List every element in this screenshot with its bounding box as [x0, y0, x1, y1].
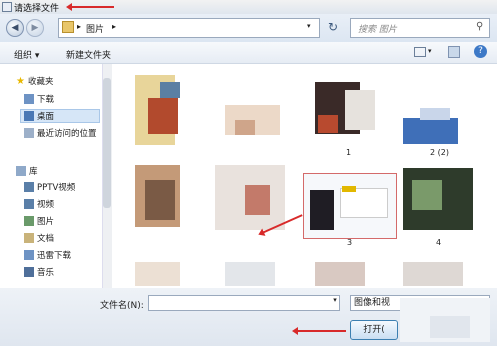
- star-icon: ★: [16, 75, 25, 87]
- chevron-right-icon: ▸: [77, 22, 82, 31]
- dropdown-icon[interactable]: ▾: [307, 22, 311, 30]
- image-thumbnail-detail: [245, 185, 270, 215]
- folder-preview: [148, 98, 178, 134]
- file-label: 2 (2): [430, 148, 449, 157]
- recent-places-icon: [24, 128, 34, 138]
- preview-pane-icon[interactable]: [448, 46, 460, 58]
- nav-item-pictures[interactable]: 图片: [24, 214, 54, 228]
- video-library-icon: [24, 182, 34, 192]
- video-library-icon: [24, 199, 34, 209]
- view-icon[interactable]: [414, 47, 426, 57]
- folder-icon: [24, 250, 34, 260]
- nav-favorites-label: 收藏夹: [27, 77, 54, 87]
- chevron-right-icon: ▸: [112, 22, 117, 31]
- forward-button[interactable]: ▶: [26, 19, 44, 37]
- search-icon[interactable]: ⚲: [476, 21, 483, 32]
- open-button[interactable]: 打开(: [350, 320, 398, 340]
- nav-item-music[interactable]: 音乐: [24, 265, 54, 279]
- nav-item-videos[interactable]: 视频: [24, 197, 54, 211]
- nav-item-label: 最近访问的位置: [37, 129, 97, 139]
- refresh-icon[interactable]: ↻: [328, 20, 338, 34]
- image-thumbnail[interactable]: [135, 262, 180, 286]
- image-thumbnail-detail: [345, 90, 375, 130]
- nav-library[interactable]: 库: [16, 164, 38, 178]
- folder-icon: [62, 21, 74, 33]
- image-thumbnail-detail: [310, 190, 334, 230]
- nav-item-label: 音乐: [37, 268, 55, 278]
- image-thumbnail[interactable]: [403, 118, 458, 144]
- document-library-icon: [24, 233, 34, 243]
- nav-item-label: 下载: [37, 95, 55, 105]
- folder-preview: [160, 82, 180, 98]
- chevron-down-icon[interactable]: ▾: [330, 296, 340, 310]
- nav-item-label: 迅雷下载: [37, 251, 72, 261]
- file-label: 3: [347, 238, 353, 247]
- nav-item-label: 文档: [37, 234, 55, 244]
- image-thumbnail-detail: [412, 180, 442, 210]
- download-folder-icon: [24, 94, 34, 104]
- desktop-icon: [24, 111, 34, 121]
- music-library-icon: [24, 267, 34, 277]
- file-label: 4: [436, 238, 442, 247]
- nav-item-downloads[interactable]: 下载: [24, 92, 54, 106]
- nav-item-xunlei[interactable]: 迅雷下载: [24, 248, 71, 262]
- app-icon: [2, 2, 12, 12]
- filename-input[interactable]: [148, 295, 340, 311]
- library-icon: [16, 166, 26, 176]
- image-thumbnail[interactable]: [315, 262, 365, 286]
- nav-item-desktop[interactable]: 桌面: [20, 109, 100, 123]
- nav-item-recent[interactable]: 最近访问的位置: [24, 126, 97, 140]
- annotation-arrow: [66, 3, 114, 11]
- nav-item-label: PPTV视频: [37, 183, 76, 193]
- nav-item-label: 桌面: [37, 112, 55, 122]
- nav-favorites[interactable]: ★ 收藏夹: [16, 74, 53, 88]
- nav-scrollbar-thumb[interactable]: [103, 78, 111, 208]
- chevron-down-icon[interactable]: ▾: [428, 47, 432, 55]
- help-icon[interactable]: ?: [474, 45, 487, 58]
- window-title: 请选择文件: [14, 4, 60, 14]
- image-thumbnail-detail: [145, 180, 175, 220]
- back-button[interactable]: ◀: [6, 19, 24, 37]
- image-thumbnail-detail: [235, 120, 255, 135]
- image-thumbnail-detail: [318, 115, 338, 133]
- breadcrumb-pictures[interactable]: 图片: [86, 22, 104, 35]
- file-label: 1: [346, 148, 352, 157]
- image-thumbnail[interactable]: [403, 262, 463, 286]
- search-input[interactable]: 搜索 图片: [358, 22, 397, 35]
- image-thumbnail-detail: [420, 108, 450, 120]
- nav-item-label: 视频: [37, 200, 55, 210]
- nav-library-label: 库: [29, 167, 38, 177]
- filename-label: 文件名(N):: [100, 301, 144, 311]
- image-thumbnail-detail: [342, 186, 356, 192]
- annotation-arrow: [292, 327, 346, 335]
- nav-item-documents[interactable]: 文档: [24, 231, 54, 245]
- blurred-region: [430, 316, 470, 338]
- navigation-pane: ★ 收藏夹 下载 桌面 最近访问的位置 库 PPTV视频 视频 图片 文档 迅雷…: [0, 64, 110, 288]
- organize-button[interactable]: 组织 ▾: [14, 48, 39, 61]
- image-thumbnail-detail: [340, 188, 388, 218]
- nav-item-label: 图片: [37, 217, 55, 227]
- picture-library-icon: [24, 216, 34, 226]
- nav-item-pptv[interactable]: PPTV视频: [24, 180, 75, 194]
- new-folder-button[interactable]: 新建文件夹: [66, 48, 111, 61]
- image-thumbnail[interactable]: [225, 262, 275, 286]
